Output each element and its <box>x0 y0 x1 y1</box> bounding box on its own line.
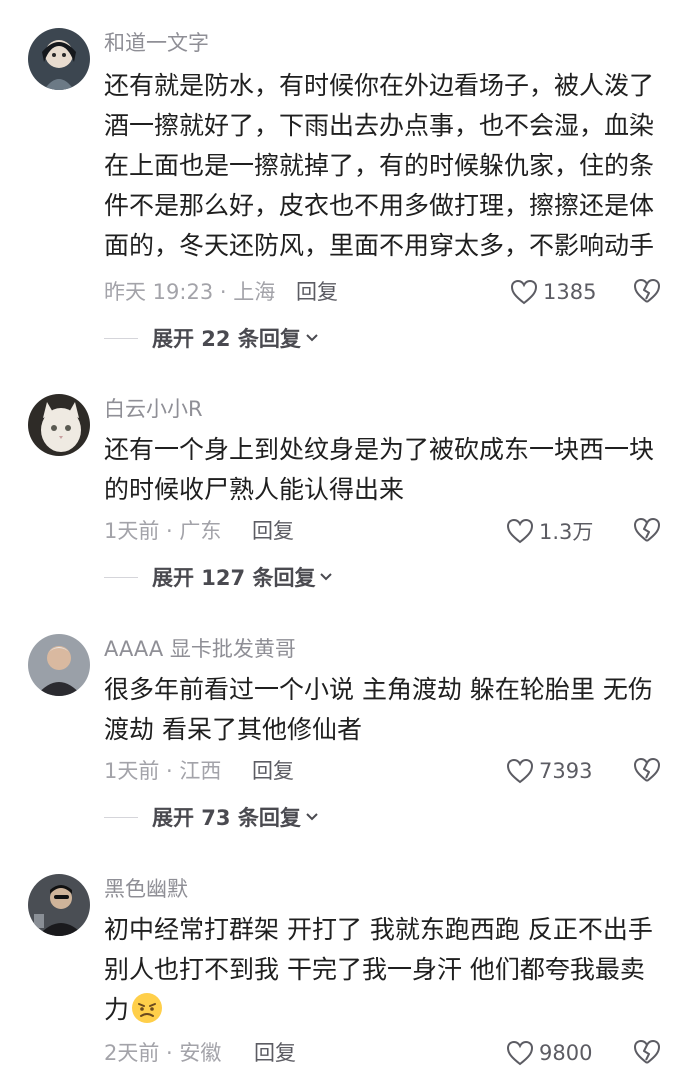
like-count: 7393 <box>539 759 593 783</box>
comment-line: 件不是那么好，皮衣也不用多做打理，擦擦还是体 <box>104 191 655 220</box>
heart-outline-icon <box>506 758 534 784</box>
chevron-down-icon <box>306 334 318 342</box>
dislike-button[interactable] <box>632 277 662 307</box>
comment-meta: 2天前 · 安徽 <box>104 1041 222 1065</box>
like-count: 1.3万 <box>539 520 594 544</box>
comment-line: 还有就是防水，有时候你在外边看场子，被人泼了 <box>104 71 655 100</box>
dislike-button[interactable] <box>632 516 662 546</box>
comment-line: 渡劫 看呆了其他修仙者 <box>104 715 362 744</box>
comment-line: 的时候收尸熟人能认得出来 <box>104 475 405 504</box>
broken-heart-icon <box>634 279 660 303</box>
reply-button[interactable]: 回复 <box>252 516 294 546</box>
username[interactable]: AAAA 显卡批发黄哥 <box>104 636 296 662</box>
dislike-button[interactable] <box>632 756 662 786</box>
expand-replies-label: 展开 73 条回复 <box>152 806 301 830</box>
expand-replies-label: 展开 22 条回复 <box>152 327 301 351</box>
heart-outline-icon <box>506 1040 534 1066</box>
expand-replies[interactable]: 展开 73 条回复 <box>104 802 319 832</box>
like-button[interactable]: 1385 <box>509 277 596 307</box>
divider <box>104 337 138 339</box>
broken-heart-icon <box>634 1040 660 1064</box>
comment-line: 面的，冬天还防风，里面不用穿太多，不影响动手 <box>104 231 655 260</box>
comment-meta: 1天前 · 广东 <box>104 519 222 543</box>
avatar[interactable] <box>28 394 90 456</box>
comment-line: 酒一擦就好了，下雨出去办点事，也不会湿，血染 <box>104 111 655 140</box>
expand-replies-label: 展开 127 条回复 <box>152 566 316 590</box>
like-count: 9800 <box>539 1041 593 1065</box>
like-button[interactable]: 9800 <box>505 1038 592 1068</box>
comment-line: 别人也打不到我 干完了我一身汗 他们都夸我最卖 <box>104 955 645 984</box>
chevron-down-icon <box>320 573 333 581</box>
comment-line: 还有一个身上到处纹身是为了被砍成东一块西一块 <box>104 435 655 464</box>
reply-button[interactable]: 回复 <box>254 1038 296 1068</box>
username[interactable]: 黑色幽默 <box>104 876 188 902</box>
avatar[interactable] <box>28 874 90 936</box>
reply-button[interactable]: 回复 <box>296 277 338 307</box>
comment-line: 初中经常打群架 开打了 我就东跑西跑 反正不出手 <box>104 915 653 944</box>
comment-meta: 昨天 19:23 · 上海 <box>104 280 276 304</box>
avatar[interactable] <box>28 634 90 696</box>
dislike-button[interactable] <box>632 1038 662 1068</box>
divider <box>104 816 138 818</box>
comment-text: 还有一个身上到处纹身是为了被砍成东一块西一块 的时候收尸熟人能认得出来 <box>104 430 674 510</box>
comment-meta: 1天前 · 江西 <box>104 759 222 783</box>
comment-text: 很多年前看过一个小说 主角渡劫 躲在轮胎里 无伤 渡劫 看呆了其他修仙者 <box>104 670 674 750</box>
avatar[interactable] <box>28 28 90 90</box>
heart-outline-icon <box>510 279 538 305</box>
heart-outline-icon <box>506 518 534 544</box>
broken-heart-icon <box>634 518 660 542</box>
comment-line: 很多年前看过一个小说 主角渡劫 躲在轮胎里 无伤 <box>104 675 653 704</box>
username[interactable]: 和道一文字 <box>104 30 209 56</box>
username[interactable]: 白云小小R <box>104 396 203 422</box>
comment-text: 还有就是防水，有时候你在外边看场子，被人泼了 酒一擦就好了，下雨出去办点事，也不… <box>104 66 674 266</box>
comment-line-with-emoji: 力 <box>104 990 674 1030</box>
broken-heart-icon <box>634 758 660 782</box>
chevron-down-icon <box>306 813 318 821</box>
comment-line: 在上面也是一擦就掉了，有的时候躲仇家，住的条 <box>104 151 655 180</box>
frown-emoji-icon <box>132 993 163 1023</box>
comment-line: 力 <box>104 995 130 1024</box>
comment-text: 初中经常打群架 开打了 我就东跑西跑 反正不出手 别人也打不到我 干完了我一身汗… <box>104 910 674 1030</box>
expand-replies[interactable]: 展开 22 条回复 <box>104 323 319 353</box>
expand-replies[interactable]: 展开 127 条回复 <box>104 562 333 592</box>
divider <box>104 576 138 578</box>
like-count: 1385 <box>543 280 597 304</box>
like-button[interactable]: 7393 <box>505 756 592 786</box>
reply-button[interactable]: 回复 <box>252 756 294 786</box>
like-button[interactable]: 1.3万 <box>505 516 593 546</box>
